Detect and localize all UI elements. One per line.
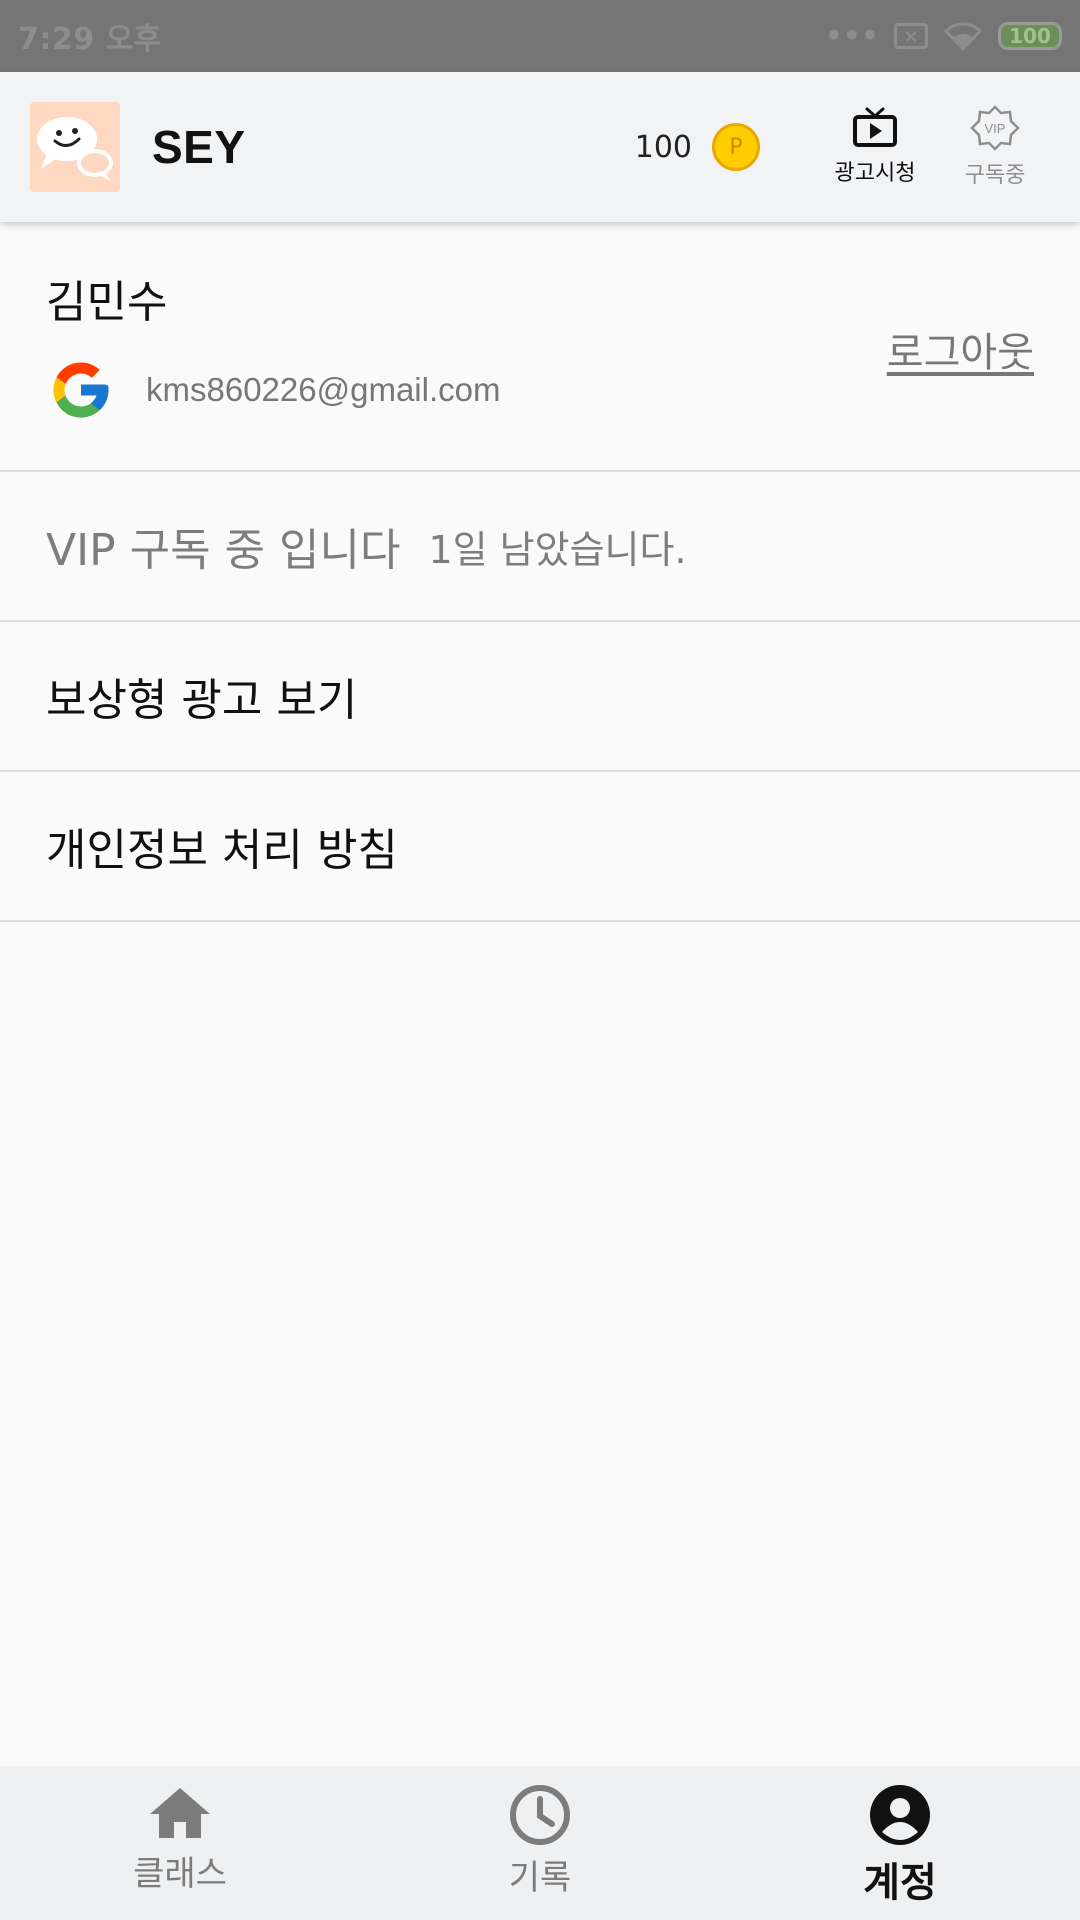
bottom-nav: 클래스 기록 계정: [0, 1766, 1080, 1920]
nav-item-account[interactable]: 계정: [720, 1766, 1080, 1920]
google-account-row: kms860226@gmail.com: [48, 357, 500, 423]
vip-remaining-text: 1일 남았습니다.: [428, 527, 687, 572]
account-section: 김민수 kms860226@gmail.com 로그아웃: [0, 222, 1080, 472]
app-logo: [30, 102, 120, 192]
appbar-actions: 100 P 광고시청 VIP 구독중: [635, 105, 1050, 189]
user-name: 김민수: [46, 277, 168, 328]
user-email: kms860226@gmail.com: [146, 371, 501, 408]
vip-badge-icon: VIP: [970, 105, 1020, 151]
watch-ad-label: 광고시청: [834, 161, 916, 186]
tv-play-icon: [853, 107, 897, 147]
status-bar: 7:29 오후 ••• × 100: [0, 0, 1080, 72]
app-title: SEY: [152, 121, 246, 173]
nav-label-class: 클래스: [133, 1854, 227, 1894]
app-bar: SEY 100 P 광고시청 VIP 구독중: [0, 72, 1080, 222]
status-icons: ••• × 100: [824, 19, 1062, 53]
logout-link[interactable]: 로그아웃: [887, 320, 1034, 378]
account-content: 김민수 kms860226@gmail.com 로그아웃 VIP 구독 중 입니…: [0, 222, 1080, 922]
nav-label-history: 기록: [508, 1858, 572, 1898]
points-value: 100: [634, 129, 692, 165]
coin-icon: P: [712, 123, 760, 171]
subscription-button[interactable]: VIP 구독중: [940, 105, 1050, 189]
google-icon: [53, 362, 109, 418]
no-sim-icon: ×: [894, 23, 928, 49]
home-icon: [150, 1788, 210, 1838]
chat-bubbles-icon: [37, 117, 113, 181]
vip-status-text: VIP 구독 중 입니다: [46, 525, 401, 576]
nav-label-account: 계정: [863, 1860, 937, 1906]
vip-status-row: VIP 구독 중 입니다 1일 남았습니다.: [0, 472, 1080, 622]
watch-ad-button[interactable]: 광고시청: [820, 107, 930, 187]
wifi-icon: [944, 22, 982, 51]
status-time: 7:29 오후: [18, 22, 162, 57]
nav-item-history[interactable]: 기록: [360, 1766, 720, 1920]
more-dots-icon: •••: [823, 16, 880, 56]
menu-item-rewarded-ad[interactable]: 보상형 광고 보기: [0, 622, 1080, 772]
battery-icon: 100: [998, 22, 1062, 50]
account-icon: [870, 1785, 930, 1845]
svg-text:VIP: VIP: [985, 121, 1006, 136]
menu-item-privacy-policy[interactable]: 개인정보 처리 방침: [0, 772, 1080, 922]
clock-icon: [510, 1785, 570, 1845]
menu-item-label: 개인정보 처리 방침: [46, 825, 398, 876]
subscription-label: 구독중: [964, 163, 1026, 188]
nav-item-class[interactable]: 클래스: [0, 1766, 360, 1920]
menu-item-label: 보상형 광고 보기: [46, 675, 358, 726]
